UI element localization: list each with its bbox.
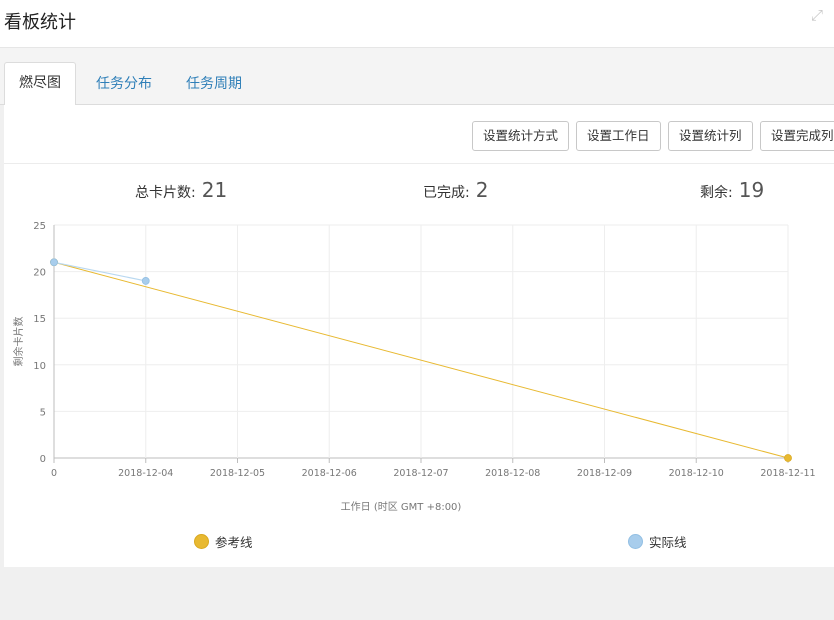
stat-total: 总卡片数: 21	[135, 178, 227, 202]
stat-total-value: 21	[201, 178, 228, 202]
tab-burndown[interactable]: 燃尽图	[4, 62, 76, 106]
stat-done-label: 已完成:	[423, 185, 470, 201]
x-axis-label: 工作日 (时区 GMT +8:00)	[341, 501, 462, 513]
tab-task-cycle[interactable]: 任务周期	[172, 64, 256, 104]
data-point-reference	[784, 454, 792, 462]
set-stat-columns-button[interactable]: 设置统计列	[668, 121, 753, 151]
x-tick-label: 2018-12-04	[118, 468, 173, 479]
data-point-actual	[50, 258, 58, 267]
x-tick-label: 2018-12-08	[485, 468, 540, 479]
legend-actual[interactable]: 实际线	[628, 532, 687, 551]
y-tick-label: 15	[33, 314, 46, 325]
stat-remaining-label: 剩余:	[700, 185, 733, 201]
y-tick-label: 25	[33, 221, 46, 232]
page-header: 看板统计 ⤢	[0, 0, 834, 48]
stat-remaining-value: 19	[738, 178, 765, 202]
expand-icon[interactable]: ⤢	[808, 6, 826, 24]
page-title: 看板统计	[4, 12, 76, 33]
tab-bar: 燃尽图 任务分布 任务周期	[0, 48, 834, 106]
x-tick-label: 2018-12-06	[302, 468, 357, 479]
burndown-panel: 设置统计方式 设置工作日 设置统计列 设置完成列 总卡片数: 21 已完成: 2 剩…	[4, 105, 834, 567]
y-tick-label: 0	[40, 454, 46, 465]
x-tick-label: 2018-12-09	[577, 468, 632, 479]
stat-total-label: 总卡片数:	[135, 185, 196, 201]
x-tick-label: 2018-12-05	[210, 468, 265, 479]
set-workdays-button[interactable]: 设置工作日	[576, 121, 661, 151]
y-tick-label: 20	[33, 268, 46, 279]
legend-reference[interactable]: 参考线	[194, 532, 253, 551]
legend-reference-label: 参考线	[215, 535, 253, 550]
tab-task-distribution[interactable]: 任务分布	[82, 64, 166, 104]
set-done-columns-button[interactable]: 设置完成列	[760, 121, 834, 151]
stat-remaining: 剩余: 19	[700, 178, 764, 202]
legend-actual-label: 实际线	[649, 535, 687, 550]
burndown-chart: 0 5 10 15 20 25 0 2018-12-04 2018-12-05 2018-12-0…	[12, 221, 816, 513]
x-tick-label: 2018-12-10	[669, 468, 724, 479]
y-tick-label: 5	[40, 407, 46, 418]
y-tick-label: 10	[33, 361, 46, 372]
set-stat-method-button[interactable]: 设置统计方式	[472, 121, 570, 151]
legend-reference-swatch	[194, 534, 209, 549]
y-axis-label: 剩余卡片数	[12, 317, 25, 367]
legend-actual-swatch	[628, 534, 643, 549]
x-tick-label: 2018-12-11	[760, 468, 815, 479]
stat-done: 已完成: 2	[423, 178, 488, 202]
toolbar-divider	[4, 163, 834, 164]
x-tick-label: 2018-12-07	[393, 468, 448, 479]
data-point-actual	[141, 277, 150, 285]
stat-done-value: 2	[475, 178, 489, 202]
x-tick-label: 0	[51, 468, 57, 479]
